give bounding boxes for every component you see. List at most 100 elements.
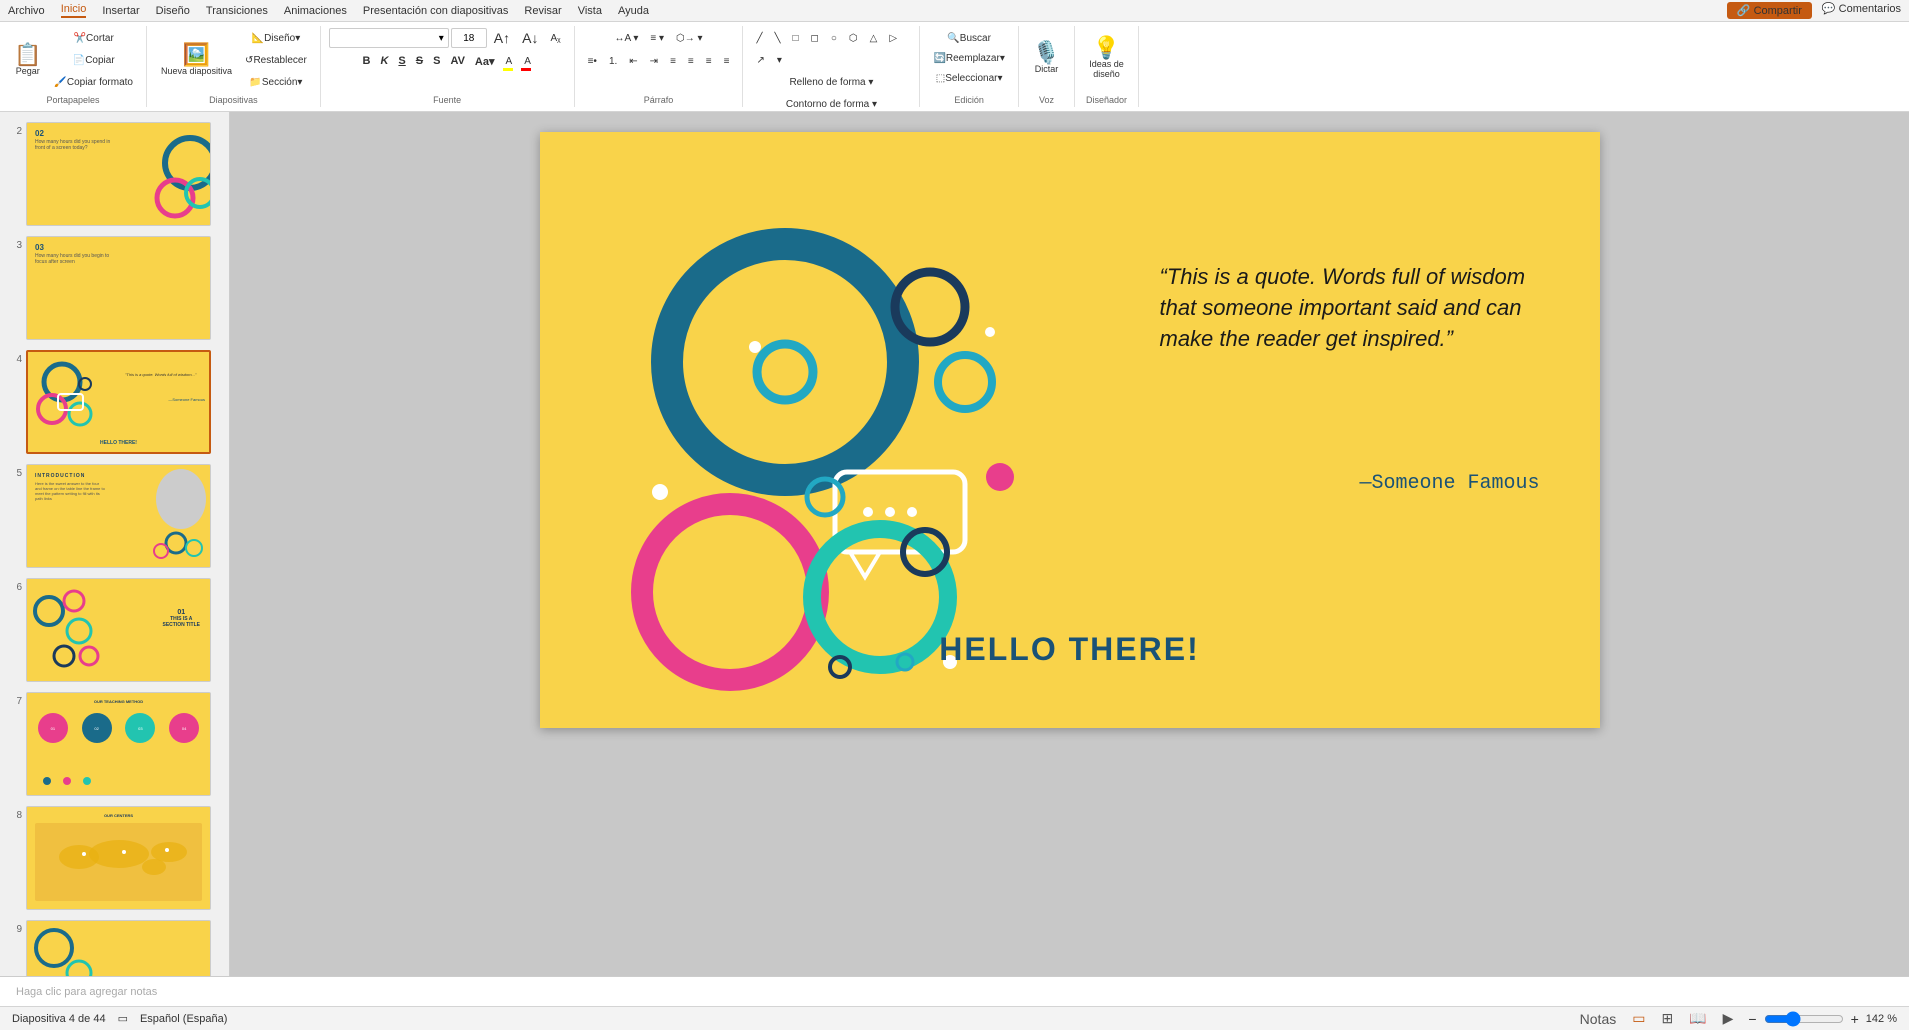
- copy-button[interactable]: 📄 Copiar: [49, 50, 138, 70]
- menu-insertar[interactable]: Insertar: [102, 5, 139, 17]
- fuente-label: Fuente: [433, 93, 461, 105]
- slide-thumb-5[interactable]: 5 INTRODUCTION Here is the sweet answer …: [4, 462, 225, 570]
- cut-button[interactable]: ✂️ Cortar: [49, 28, 138, 48]
- slide-4-thumbnail[interactable]: "This is a quote. Words full of wisdom..…: [26, 350, 211, 454]
- font-size-decrease[interactable]: A↓: [517, 28, 543, 48]
- menu-transiciones[interactable]: Transiciones: [206, 5, 268, 17]
- text-direction-button[interactable]: ↔A ▾: [609, 28, 643, 48]
- reset-button[interactable]: ↺ Restablecer: [240, 50, 312, 70]
- share-button[interactable]: 🔗 Compartir: [1727, 2, 1812, 19]
- slide-7-thumbnail[interactable]: OUR TEACHING METHOD 01 02 03 04: [26, 692, 211, 796]
- numbering-button[interactable]: 1.: [604, 51, 622, 71]
- fuente-row1: ▾ 18 A↑ A↓ Aᵪ: [329, 28, 566, 48]
- normal-view-button[interactable]: ▭: [1628, 1010, 1649, 1027]
- menu-inicio[interactable]: Inicio: [61, 3, 87, 18]
- shape-5[interactable]: ○: [826, 28, 842, 48]
- align-left-button[interactable]: ≡: [665, 51, 681, 71]
- align-right-button[interactable]: ≡: [701, 51, 717, 71]
- search-button[interactable]: 🔍 Buscar: [942, 28, 996, 48]
- slide-thumb-7[interactable]: 7 OUR TEACHING METHOD 01 02 03 04: [4, 690, 225, 798]
- convert-smartart-button[interactable]: ⬡→ ▾: [671, 28, 708, 48]
- menu-archivo[interactable]: Archivo: [8, 5, 45, 17]
- zoom-in-button[interactable]: +: [1848, 1011, 1862, 1027]
- fill-color-button[interactable]: Relleno de forma ▾: [781, 72, 882, 92]
- more-shapes[interactable]: ▾: [772, 50, 787, 70]
- slide-thumb-8[interactable]: 8 OUR CENTERS: [4, 804, 225, 912]
- shape-1[interactable]: ╱: [751, 28, 767, 48]
- font-spacing-button[interactable]: AV: [446, 54, 468, 68]
- align-center-button[interactable]: ≡: [683, 51, 699, 71]
- shadow-button[interactable]: S: [429, 54, 444, 68]
- thumb-3-num: 03: [35, 243, 44, 252]
- slide-info: Diapositiva 4 de 44: [12, 1013, 106, 1025]
- change-case-button[interactable]: Aa▾: [471, 54, 499, 69]
- slideshow-button[interactable]: ▶: [1719, 1010, 1738, 1027]
- thumb-4-circles-svg: [30, 354, 115, 454]
- slide-sorter-button[interactable]: ⊞: [1657, 1010, 1677, 1027]
- shape-2[interactable]: ╲: [769, 28, 785, 48]
- justify-button[interactable]: ≡: [719, 51, 735, 71]
- comments-button[interactable]: 💬 Comentarios: [1822, 2, 1901, 19]
- clear-format-button[interactable]: Aᵪ: [545, 28, 565, 48]
- menu-revisar[interactable]: Revisar: [524, 5, 561, 17]
- shape-4[interactable]: ◻: [806, 28, 824, 48]
- outline-color-button[interactable]: Contorno de forma ▾: [781, 94, 882, 114]
- font-name-dropdown[interactable]: ▾: [329, 28, 449, 48]
- shape-arrow[interactable]: ↗: [751, 50, 769, 70]
- slide-9-thumbnail[interactable]: [26, 920, 211, 976]
- font-size-input[interactable]: 18: [451, 28, 487, 48]
- slide-thumb-6[interactable]: 6 01 THIS IS ASECTION TITLE: [4, 576, 225, 684]
- reading-view-button[interactable]: 📖: [1685, 1010, 1710, 1027]
- new-slide-button[interactable]: 🖼️ Nueva diapositiva: [155, 30, 238, 90]
- increase-indent-button[interactable]: ⇥: [645, 51, 663, 71]
- replace-button[interactable]: 🔄 Reemplazar ▾: [928, 48, 1009, 68]
- menu-presentacion[interactable]: Presentación con diapositivas: [363, 5, 509, 17]
- decrease-indent-button[interactable]: ⇤: [624, 51, 642, 71]
- slide-5-thumbnail[interactable]: INTRODUCTION Here is the sweet answer to…: [26, 464, 211, 568]
- menu-animaciones[interactable]: Animaciones: [284, 5, 347, 17]
- slide-thumb-3[interactable]: 3 03 How many hours did you begin to foc…: [4, 234, 225, 342]
- font-color-button[interactable]: A: [519, 51, 536, 71]
- slide-6-thumbnail[interactable]: 01 THIS IS ASECTION TITLE: [26, 578, 211, 682]
- shape-3[interactable]: □: [788, 28, 804, 48]
- bold-button[interactable]: B: [359, 54, 375, 68]
- underline-button[interactable]: S: [394, 54, 409, 68]
- copy-format-button[interactable]: 🖌️ Copiar formato: [49, 72, 138, 92]
- menu-ayuda[interactable]: Ayuda: [618, 5, 649, 17]
- highlight-button[interactable]: A: [501, 51, 518, 71]
- zoom-out-button[interactable]: −: [1745, 1011, 1759, 1027]
- zoom-slider[interactable]: [1764, 1011, 1844, 1027]
- menu-diseno[interactable]: Diseño: [156, 5, 190, 17]
- strikethrough-button[interactable]: S: [412, 54, 427, 68]
- portapapeles-label: Portapapeles: [46, 93, 99, 105]
- italic-button[interactable]: K: [376, 54, 392, 68]
- slide-thumb-4[interactable]: 4 "This is a quote. Words full of wisdom…: [4, 348, 225, 456]
- slide-thumb-2[interactable]: 2 02 How many hours did you spend in fro…: [4, 120, 225, 228]
- shape-6[interactable]: ⬡: [844, 28, 863, 48]
- paste-button[interactable]: 📋 Pegar: [8, 30, 47, 90]
- main-slide-canvas[interactable]: “This is a quote. Words full of wisdom t…: [540, 132, 1600, 728]
- slide-num-4: 4: [6, 354, 22, 365]
- align-text-button[interactable]: ≡ ▾: [645, 28, 669, 48]
- dictate-button[interactable]: 🎙️ Dictar: [1027, 28, 1066, 88]
- menu-vista[interactable]: Vista: [578, 5, 602, 17]
- ribbon-group-parrafo: ↔A ▾ ≡ ▾ ⬡→ ▾ ≡• 1. ⇤ ⇥ ≡ ≡ ≡ ≡ Párrafo: [575, 26, 744, 107]
- thumb-2-text: How many hours did you spend in front of…: [35, 139, 115, 151]
- section-button[interactable]: 📁 Sección ▾: [240, 72, 312, 92]
- ribbon-group-disenador: 💡 Ideas dediseño Diseñador: [1075, 26, 1139, 107]
- design-ideas-button[interactable]: 💡 Ideas dediseño: [1083, 28, 1130, 88]
- shape-7[interactable]: △: [865, 28, 883, 48]
- layout-button[interactable]: 📐 Diseño ▾: [240, 28, 312, 48]
- voz-label: Voz: [1039, 93, 1054, 105]
- font-size-increase[interactable]: A↑: [489, 28, 515, 48]
- select-button[interactable]: ⬚ Seleccionar ▾: [931, 68, 1008, 88]
- slide-panel[interactable]: 2 02 How many hours did you spend in fro…: [0, 112, 230, 976]
- notes-view-button[interactable]: Notas: [1576, 1011, 1621, 1027]
- slide-thumb-9[interactable]: 9: [4, 918, 225, 976]
- slide-3-thumbnail[interactable]: 03 How many hours did you begin to focus…: [26, 236, 211, 340]
- slide-8-thumbnail[interactable]: OUR CENTERS: [26, 806, 211, 910]
- slide-2-thumbnail[interactable]: 02 How many hours did you spend in front…: [26, 122, 211, 226]
- shape-8[interactable]: ▷: [884, 28, 902, 48]
- bullets-button[interactable]: ≡•: [583, 51, 602, 71]
- notes-area[interactable]: Haga clic para agregar notas: [0, 976, 1909, 1006]
